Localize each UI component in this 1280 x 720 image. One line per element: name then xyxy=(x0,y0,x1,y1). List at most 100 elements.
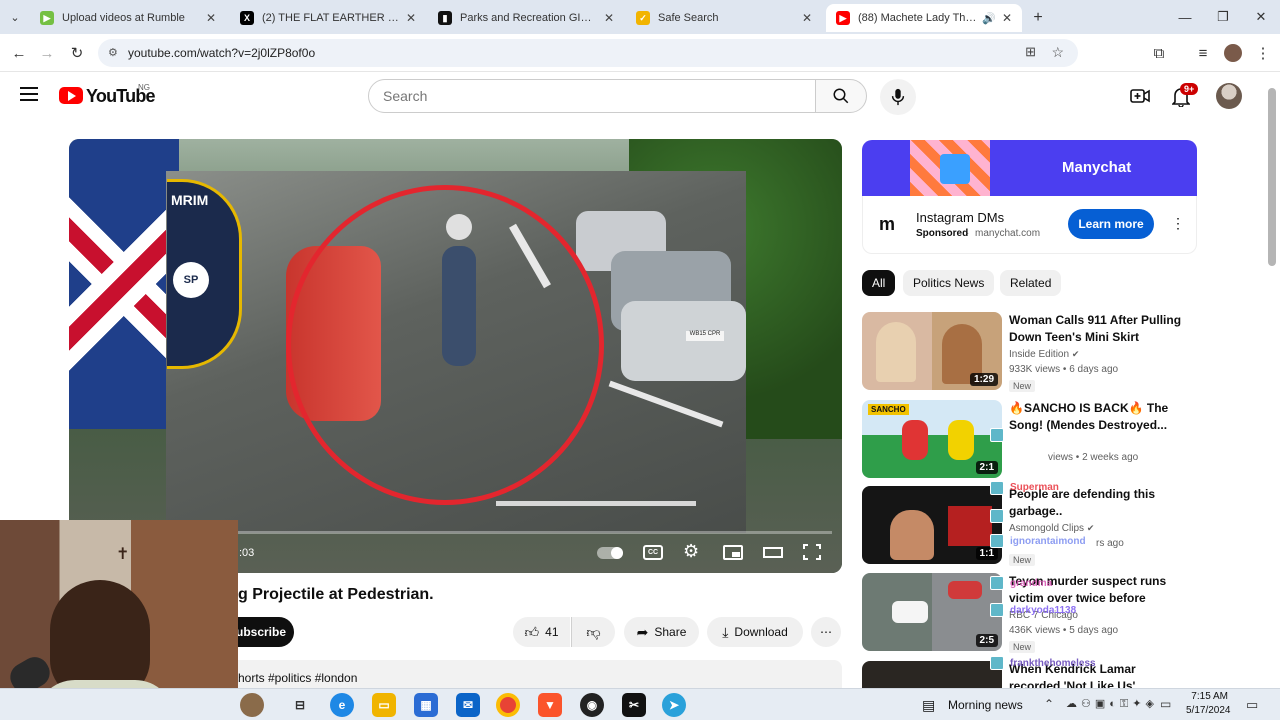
rec-title[interactable]: 🔥SANCHO IS BACK🔥 The Song! (Mendes Destr… xyxy=(1009,400,1189,434)
forward-icon[interactable]: → xyxy=(36,42,58,64)
autoplay-toggle[interactable] xyxy=(597,547,623,559)
search-input[interactable] xyxy=(368,79,816,113)
back-icon[interactable]: ← xyxy=(8,42,30,64)
profile-icon[interactable] xyxy=(240,693,264,717)
road-marking xyxy=(496,501,696,506)
chip-all[interactable]: All xyxy=(862,270,896,296)
maximize-icon[interactable]: ❐ xyxy=(1208,6,1238,28)
edge-icon[interactable]: e xyxy=(330,693,354,717)
rec-channel[interactable]: Inside Edition ✔ xyxy=(1009,349,1079,360)
rec-thumbnail[interactable]: 2:5 xyxy=(862,573,1002,651)
rec-title[interactable]: Woman Calls 911 After Pulling Down Teen'… xyxy=(1009,312,1189,346)
tray-icons[interactable]: ☁⚇▣◐⚿✦◈ xyxy=(1066,697,1158,711)
ad-title: Instagram DMs xyxy=(916,210,1005,225)
mail-icon[interactable]: ✉ xyxy=(456,693,480,717)
description-hashtags[interactable]: horts #politics #london xyxy=(238,671,357,685)
learn-more-button[interactable]: Learn more xyxy=(1068,209,1154,239)
ad-banner-image[interactable]: Manychat xyxy=(862,140,1197,196)
tab-giphy[interactable]: ▮ Parks and Recreation GIFs - Fin ✕ xyxy=(428,4,624,32)
giphy-icon: ▮ xyxy=(438,11,452,25)
rec-meta: views • 2 weeks ago xyxy=(1048,452,1139,463)
rumble-icon: ▶ xyxy=(40,11,54,25)
tab-safe-search[interactable]: ✓ Safe Search ✕ xyxy=(626,4,822,32)
capcut-icon[interactable]: ✂ xyxy=(622,693,646,717)
store-icon[interactable]: ▦ xyxy=(414,693,438,717)
search-button[interactable] xyxy=(815,79,867,113)
minimize-icon[interactable]: — xyxy=(1170,6,1200,28)
new-badge: New xyxy=(1009,380,1036,392)
profile-avatar[interactable] xyxy=(1224,44,1242,62)
parked-car xyxy=(621,301,746,381)
install-icon[interactable]: ⊞ xyxy=(1025,44,1036,60)
rec-thumbnail[interactable] xyxy=(862,661,1002,688)
video-player[interactable]: WB15 CPR MRIM SP :03 CC ⚙ xyxy=(69,139,842,573)
hamburger-menu-icon[interactable] xyxy=(20,87,38,101)
new-tab-button[interactable]: + xyxy=(1026,4,1050,32)
duration-badge: 1:29 xyxy=(969,373,998,386)
page-scrollbar-thumb[interactable] xyxy=(1268,88,1276,266)
ad-options-icon[interactable]: ⋮ xyxy=(1171,215,1185,232)
rec-channel[interactable]: Asmongold Clips ✔ xyxy=(1009,523,1094,534)
duration-badge: 2:5 xyxy=(975,634,998,647)
chat-username: Superman xyxy=(1010,482,1059,493)
address-bar[interactable]: ⚙ youtube.com/watch?v=2j0lZP8of0o ⊞ ☆ xyxy=(98,39,1078,67)
notification-center-icon[interactable]: ▭ xyxy=(1246,697,1258,713)
red-highlight-circle xyxy=(286,185,604,505)
chat-username: frankthehomeless xyxy=(1010,658,1096,669)
rec-meta: 933K views • 6 days ago xyxy=(1009,364,1119,375)
create-button[interactable] xyxy=(1130,87,1150,110)
create-video-icon xyxy=(1130,89,1150,103)
voice-search-button[interactable] xyxy=(880,79,916,115)
tab-close-icon[interactable]: ✕ xyxy=(604,11,614,25)
miniplayer-icon[interactable] xyxy=(723,545,743,560)
captions-icon[interactable]: CC xyxy=(643,545,663,560)
obs-icon[interactable]: ◉ xyxy=(580,693,604,717)
file-explorer-icon[interactable]: ▭ xyxy=(372,693,396,717)
task-view-icon[interactable]: ⊟ xyxy=(288,693,312,717)
weather-icon[interactable]: ▤ xyxy=(922,697,935,714)
chip-related[interactable]: Related xyxy=(1000,270,1062,296)
theater-mode-icon[interactable] xyxy=(763,547,783,558)
notification-count-badge: 9+ xyxy=(1180,83,1199,95)
rec-thumbnail[interactable]: 1:29 xyxy=(862,312,1002,390)
account-avatar[interactable] xyxy=(1216,83,1242,109)
tray-chevron-icon[interactable]: ⌃ xyxy=(1044,697,1054,711)
bookmark-star-icon[interactable]: ☆ xyxy=(1051,44,1064,61)
like-button[interactable]: 👍︎ 41 xyxy=(513,617,570,647)
menu-kebab-icon[interactable]: ⋮ xyxy=(1252,42,1274,64)
rec-thumbnail[interactable]: SANCHO 2:1 xyxy=(862,400,1002,478)
dislike-button[interactable]: 👎︎ xyxy=(571,617,615,647)
weather-widget-label[interactable]: Morning news xyxy=(948,698,1023,712)
site-info-icon[interactable]: ⚙ xyxy=(108,46,118,59)
settings-gear-icon[interactable]: ⚙ xyxy=(683,541,699,562)
tab-search-button[interactable]: ⌄ xyxy=(4,8,26,26)
speaker-icon[interactable]: 🔊 xyxy=(982,12,996,25)
extensions-icon[interactable]: ⧉ xyxy=(1148,42,1170,64)
clock-time[interactable]: 7:15 AM xyxy=(1188,691,1228,702)
media-controls-icon[interactable]: ≡ xyxy=(1192,42,1214,64)
tab-youtube[interactable]: ▶ (88) Machete Lady Throwin 🔊 ✕ xyxy=(826,4,1022,32)
battery-icon[interactable]: ▭ xyxy=(1160,697,1171,711)
tab-close-icon[interactable]: ✕ xyxy=(802,11,812,25)
ad-info-card[interactable]: m Instagram DMs Sponsored · manychat.com… xyxy=(862,196,1197,254)
brave-icon[interactable]: ▼ xyxy=(538,693,562,717)
rec-thumbnail[interactable]: 1:1 xyxy=(862,486,1002,564)
tab-close-icon[interactable]: ✕ xyxy=(1002,11,1012,25)
fullscreen-icon[interactable] xyxy=(803,544,821,560)
telegram-icon[interactable]: ➤ xyxy=(662,693,686,717)
chrome-icon[interactable] xyxy=(496,693,520,717)
more-actions-button[interactable]: ⋯ xyxy=(811,617,841,647)
tab-rumble[interactable]: ▶ Upload videos at Rumble ✕ xyxy=(30,4,226,32)
reload-icon[interactable]: ↻ xyxy=(66,42,88,64)
tab-close-icon[interactable]: ✕ xyxy=(406,11,416,25)
youtube-logo-icon[interactable] xyxy=(59,87,83,104)
close-window-icon[interactable]: ✕ xyxy=(1246,6,1276,28)
chat-username: darkyoda1138 xyxy=(1010,605,1077,616)
clock-date[interactable]: 5/17/2024 xyxy=(1186,705,1231,716)
tab-x[interactable]: X (2) THE FLAT EARTHER on X: "G ✕ xyxy=(230,4,426,32)
windows-taskbar: ⊟ e ▭ ▦ ✉ ▼ ◉ ✂ ➤ ▤ Morning news ⌃ ☁⚇▣◐⚿… xyxy=(0,688,1280,720)
chip-politics-news[interactable]: Politics News xyxy=(903,270,995,296)
download-button[interactable]: ⤓ Download xyxy=(707,617,803,647)
tab-close-icon[interactable]: ✕ xyxy=(206,11,216,25)
share-button[interactable]: ➦ Share xyxy=(624,617,699,647)
